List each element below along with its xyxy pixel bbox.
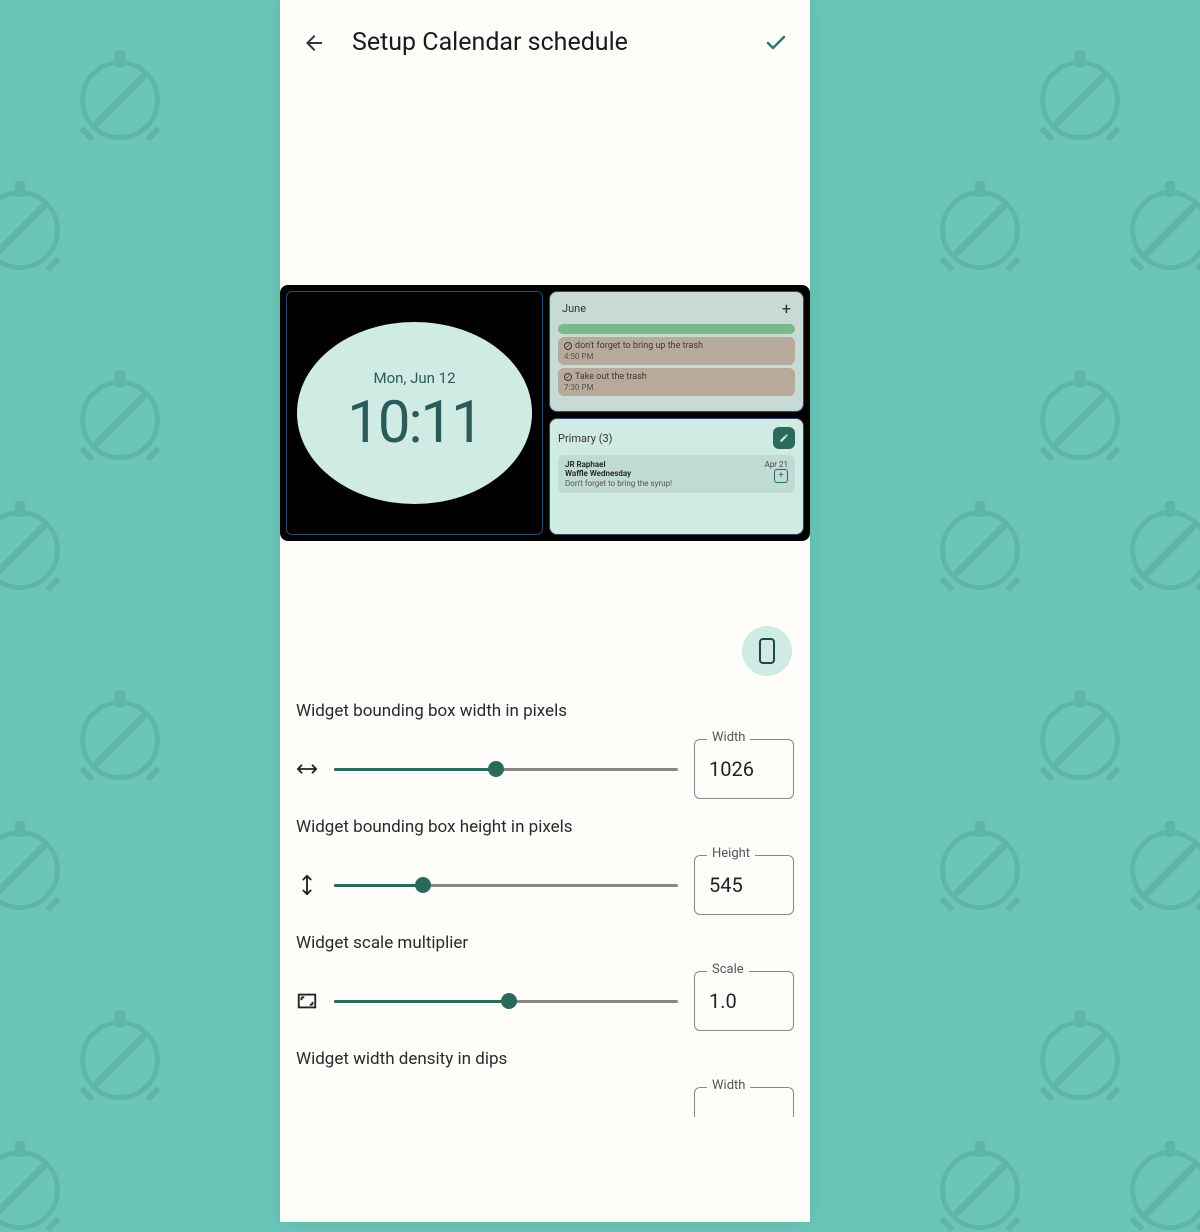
pencil-icon [779, 433, 789, 443]
mail-widget: Primary (3) JR Raphael Apr 21 Waffle Wed… [549, 418, 804, 535]
height-label: Widget bounding box height in pixels [296, 817, 794, 837]
arrow-left-icon [302, 31, 326, 55]
density-control: Widget width density in dips Width [296, 1049, 794, 1117]
scale-slider[interactable] [334, 989, 678, 1013]
mail-subject: Waffle Wednesday [565, 469, 631, 478]
controls-panel: Widget bounding box width in pixels Widt… [280, 691, 810, 1117]
plus-icon[interactable]: + [782, 299, 791, 318]
width-slider[interactable] [334, 757, 678, 781]
clock-date: Mon, Jun 12 [373, 369, 455, 387]
mail-item: JR Raphael Apr 21 Waffle Wednesday + Don… [558, 455, 795, 493]
horizontal-arrows-icon [296, 758, 318, 780]
mail-date: Apr 21 [765, 460, 788, 469]
width-value: 1026 [709, 757, 754, 781]
scale-control: Widget scale multiplier Scale 1.0 [296, 933, 794, 1031]
mail-preview-text: Don't forget to bring the syrup! [565, 479, 788, 488]
check-circle-icon: ✓ [564, 342, 572, 350]
clock-pill: Mon, Jun 12 10:11 [297, 322, 532, 504]
vertical-arrows-icon [296, 874, 318, 896]
phone-icon [758, 638, 776, 664]
height-input[interactable]: Height 545 [694, 855, 794, 915]
page-title: Setup Calendar schedule [352, 28, 738, 57]
widget-preview: Mon, Jun 12 10:11 June + ✓don't forget t… [280, 285, 810, 541]
calendar-event [558, 324, 795, 334]
calendar-widget: June + ✓don't forget to bring up the tra… [549, 291, 804, 412]
check-icon [764, 31, 788, 55]
phone-frame: Setup Calendar schedule Mon, Jun 12 10:1… [280, 0, 810, 1222]
width-control: Widget bounding box width in pixels Widt… [296, 701, 794, 799]
width-label: Widget bounding box width in pixels [296, 701, 794, 721]
height-slider[interactable] [334, 873, 678, 897]
scale-label: Widget scale multiplier [296, 933, 794, 953]
edit-button[interactable] [773, 427, 795, 449]
confirm-button[interactable] [762, 29, 790, 57]
calendar-month: June [562, 302, 586, 315]
back-button[interactable] [300, 29, 328, 57]
clock-time: 10:11 [347, 389, 481, 457]
mail-folder-label: Primary (3) [558, 432, 613, 445]
clock-widget: Mon, Jun 12 10:11 [286, 291, 543, 535]
calendar-event: ✓don't forget to bring up the trash 4:50… [558, 337, 795, 365]
check-circle-icon: ✓ [564, 373, 572, 381]
device-orientation-button[interactable] [742, 626, 792, 676]
calendar-event: ✓Take out the trash 7:30 PM [558, 368, 795, 396]
aspect-ratio-icon [296, 990, 318, 1012]
density-label: Widget width density in dips [296, 1049, 794, 1069]
density-input[interactable]: Width [694, 1087, 794, 1117]
height-control: Widget bounding box height in pixels Hei… [296, 817, 794, 915]
scale-input[interactable]: Scale 1.0 [694, 971, 794, 1031]
mail-from: JR Raphael [565, 460, 606, 469]
height-value: 545 [709, 873, 743, 897]
scale-value: 1.0 [709, 989, 737, 1013]
app-header: Setup Calendar schedule [280, 0, 810, 85]
archive-icon[interactable]: + [774, 469, 788, 483]
width-input[interactable]: Width 1026 [694, 739, 794, 799]
